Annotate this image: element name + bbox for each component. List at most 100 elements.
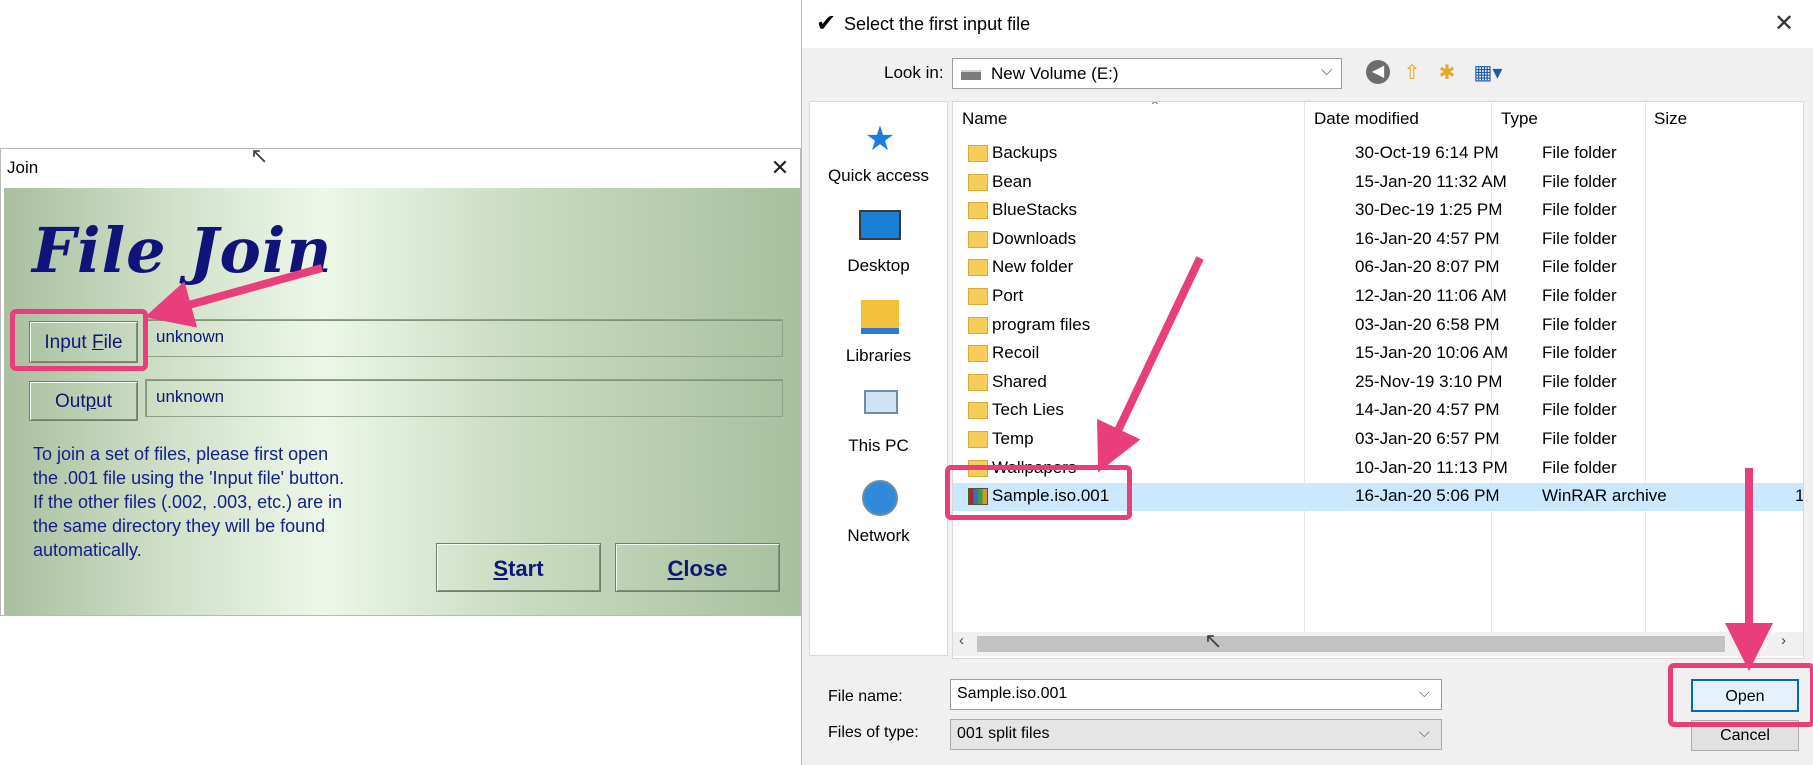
file-type-cell: File folder	[1542, 429, 1617, 448]
scroll-left-icon[interactable]: ‹	[959, 632, 964, 649]
output-button[interactable]: Output	[29, 381, 138, 421]
view-menu-icon[interactable]: ▦▾	[1469, 60, 1507, 86]
file-date-cell: 10-Jan-20 11:13 PM	[1355, 457, 1508, 477]
scroll-right-icon[interactable]: ›	[1781, 632, 1786, 649]
join-instructions: To join a set of files, please first ope…	[33, 444, 345, 560]
file-type-cell: File folder	[1542, 286, 1617, 305]
file-size-cell: 1	[1795, 486, 1804, 506]
file-date-cell: 06-Jan-20 8:07 PM	[1355, 257, 1500, 277]
place-network[interactable]: Network	[810, 472, 947, 560]
file-date-cell: 25-Nov-19 3:10 PM	[1355, 371, 1503, 391]
file-date-cell: 30-Oct-19 6:14 PM	[1355, 143, 1499, 162]
file-name-cell: Backups	[992, 143, 1058, 162]
back-icon[interactable]: ◀	[1366, 60, 1390, 84]
file-name-cell: Temp	[992, 429, 1034, 448]
file-type-cell: File folder	[1542, 400, 1617, 420]
file-type-cell: File folder	[1542, 228, 1617, 248]
highlight-box-sample-file	[945, 465, 1132, 520]
computer-icon	[864, 390, 898, 414]
new-folder-icon[interactable]: ✱	[1434, 60, 1460, 86]
file-name-cell: Port	[992, 286, 1024, 305]
open-file-dialog: ✔ Select the first input file ✕ Look in:…	[801, 0, 1813, 765]
file-type-cell: File folder	[1542, 171, 1617, 191]
column-type[interactable]: Type	[1501, 109, 1538, 129]
folder-icon	[968, 173, 988, 191]
file-type-cell: File folder	[1542, 314, 1617, 334]
input-file-field: unknown	[145, 319, 783, 357]
drive-icon	[961, 70, 981, 80]
column-name[interactable]: Name	[962, 109, 1007, 129]
output-field: unknown	[145, 379, 783, 417]
scrollbar-thumb[interactable]	[977, 636, 1725, 652]
column-size[interactable]: Size	[1654, 109, 1687, 129]
place-libraries[interactable]: Libraries	[810, 292, 947, 380]
file-type-cell: WinRAR archive	[1542, 486, 1667, 506]
chevron-down-icon[interactable]: ⌵	[1419, 684, 1430, 701]
start-button[interactable]: Start	[436, 543, 601, 592]
place-quick-access[interactable]: ★ Quick access	[810, 112, 947, 200]
folder-icon	[968, 288, 988, 305]
output-label-accel: p	[85, 391, 97, 412]
start-label-accel: S	[493, 556, 509, 581]
dialog-close-icon[interactable]: ✕	[1768, 9, 1800, 39]
folder-icon	[968, 431, 988, 448]
highlight-box-open	[1668, 663, 1813, 727]
file-row[interactable]: program files 03-Jan-20 6:58 PM File folde…	[953, 312, 1803, 340]
file-name-cell: program files	[992, 314, 1091, 334]
place-label: Quick access	[827, 166, 930, 185]
folder-icon	[968, 345, 988, 363]
file-name-cell: Recoil	[992, 343, 1040, 363]
place-label: Desktop	[847, 256, 910, 275]
file-row[interactable]: New folder 06-Jan-20 8:07 PM File folder	[953, 254, 1803, 282]
chevron-down-icon: ⌵	[1321, 62, 1333, 79]
desktop-icon	[859, 210, 901, 240]
file-type-dropdown[interactable]: 001 split files ⌵	[950, 719, 1442, 750]
file-row[interactable]: Downloads 16-Jan-20 4:57 PM File folder	[953, 226, 1803, 254]
close-label-accel: C	[667, 556, 684, 581]
file-date-cell: 15-Jan-20 11:32 AM	[1355, 171, 1507, 191]
file-type-cell: File folder	[1542, 257, 1617, 277]
file-name-cell: Tech Lies	[992, 400, 1064, 420]
horizontal-scrollbar[interactable]: ‹ ›	[953, 632, 1803, 656]
up-folder-icon[interactable]: ⇧	[1399, 60, 1425, 86]
file-date-cell: 03-Jan-20 6:57 PM	[1355, 429, 1500, 448]
column-date[interactable]: Date modified	[1314, 109, 1419, 129]
folder-icon	[968, 230, 988, 248]
folder-icon	[968, 316, 988, 334]
file-type-cell: File folder	[1542, 200, 1617, 220]
dialog-title: Select the first input file	[844, 14, 1031, 34]
chevron-down-icon: ⌵	[1419, 724, 1430, 740]
place-desktop[interactable]: Desktop	[810, 202, 947, 290]
file-name-cell: Downloads	[992, 228, 1077, 248]
place-this-pc[interactable]: This PC	[810, 382, 947, 470]
close-button[interactable]: Close	[615, 543, 780, 592]
file-date-cell: 12-Jan-20 11:06 AM	[1355, 286, 1507, 305]
look-in-dropdown[interactable]: New Volume (E:) ⌵	[952, 58, 1342, 89]
file-name-value: Sample.iso.001	[957, 685, 1068, 702]
file-row[interactable]: Shared 25-Nov-19 3:10 PM File folder	[953, 369, 1803, 397]
folder-icon	[968, 373, 988, 391]
dialog-titlebar: ✔ Select the first input file ✕	[802, 0, 1813, 48]
folder-icon	[968, 259, 988, 277]
network-icon	[862, 480, 898, 516]
output-label-pre: Out	[54, 391, 86, 412]
file-row[interactable]: BlueStacks 30-Dec-19 1:25 PM File folder	[953, 197, 1803, 225]
file-type-cell: File folder	[1542, 343, 1617, 363]
file-name-input[interactable]: Sample.iso.001 ⌵	[950, 679, 1442, 710]
close-icon[interactable]: ✕	[765, 153, 795, 183]
join-heading: File Join	[32, 214, 333, 287]
folder-icon	[968, 402, 988, 420]
file-type-cell: File folder	[1542, 371, 1617, 391]
output-label-post: ut	[96, 391, 113, 412]
file-name-cell: New folder	[992, 257, 1074, 277]
file-row[interactable]: Recoil 15-Jan-20 10:06 AM File folder	[953, 340, 1803, 368]
folder-icon	[968, 202, 988, 220]
file-name-label: File name:	[828, 688, 903, 705]
file-row[interactable]: Port 12-Jan-20 11:06 AM File folder	[953, 283, 1803, 311]
file-row[interactable]: Bean 15-Jan-20 11:32 AM File folder	[953, 169, 1803, 197]
file-row[interactable]: Tech Lies 14-Jan-20 4:57 PM File folder	[953, 397, 1803, 425]
file-name-cell: Shared	[992, 371, 1047, 391]
sort-up-icon: ⌃	[1149, 101, 1161, 114]
file-row[interactable]: Backups 30-Oct-19 6:14 PM File folder	[953, 140, 1803, 168]
file-row[interactable]: Temp 03-Jan-20 6:57 PM File folder	[953, 426, 1803, 454]
